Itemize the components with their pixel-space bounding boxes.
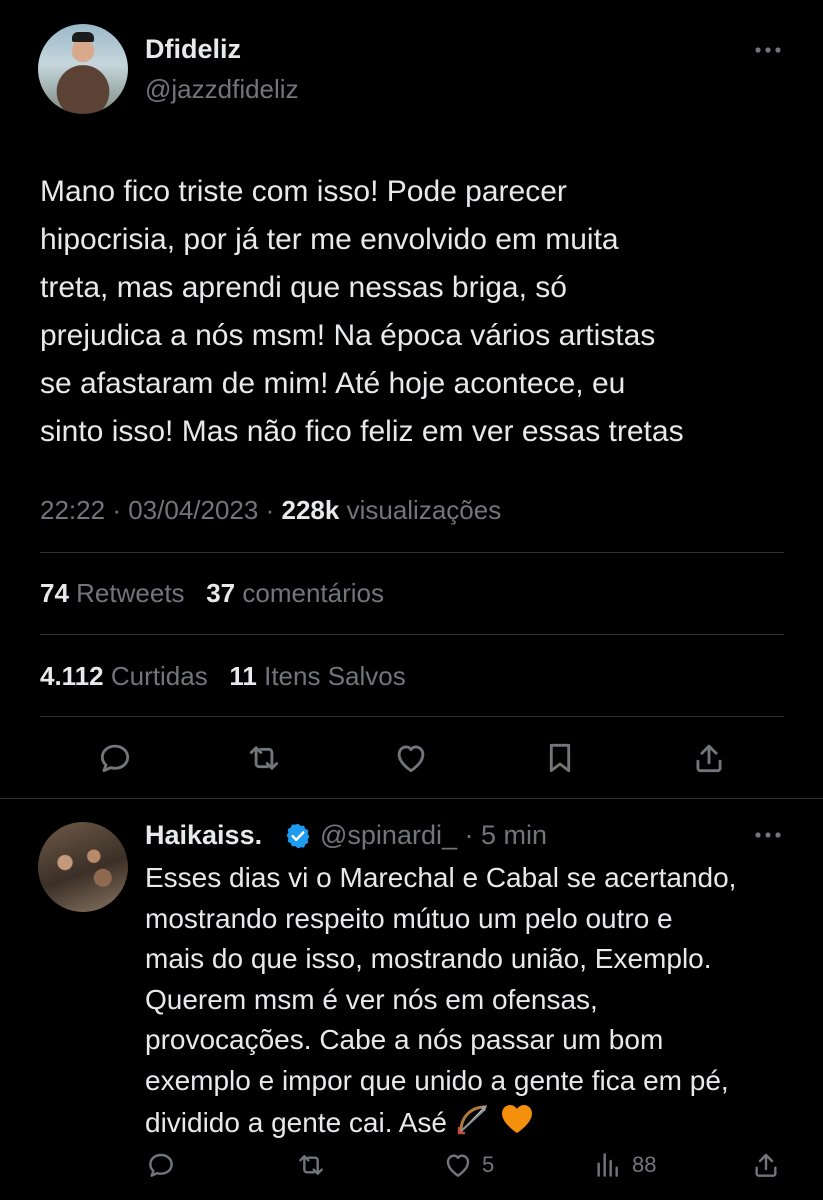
share-icon bbox=[696, 744, 722, 773]
retweets-count: 74 bbox=[40, 578, 69, 608]
more-options-icon[interactable] bbox=[752, 827, 784, 843]
divider bbox=[40, 634, 784, 635]
likes-count: 4.112 bbox=[40, 661, 104, 691]
orange-heart-icon bbox=[499, 1101, 535, 1149]
saves-stat[interactable]: 11 Itens Salvos bbox=[229, 661, 405, 691]
saves-label: Itens Salvos bbox=[264, 661, 406, 691]
section-divider bbox=[0, 798, 823, 799]
share-icon bbox=[755, 1153, 777, 1177]
retweet-icon bbox=[299, 1155, 323, 1175]
reply-icon bbox=[149, 1153, 173, 1177]
views-label: visualizações bbox=[346, 495, 502, 525]
reply-author-meta: @spinardi_ · 5 min bbox=[320, 820, 547, 851]
comments-stat[interactable]: 37 comentários bbox=[206, 578, 384, 608]
retweets-label: Retweets bbox=[76, 578, 185, 608]
tweet-time[interactable]: 22:22 bbox=[40, 495, 105, 525]
bookmark-button[interactable] bbox=[538, 736, 582, 780]
like-icon bbox=[397, 745, 425, 773]
views-icon bbox=[597, 1153, 618, 1177]
reply-share-button[interactable] bbox=[750, 1145, 790, 1185]
comments-label: comentários bbox=[242, 578, 384, 608]
retweets-stat[interactable]: 74 Retweets bbox=[40, 578, 185, 608]
verified-badge-icon bbox=[284, 822, 312, 850]
reply-button[interactable] bbox=[93, 736, 137, 780]
reply-icon bbox=[100, 744, 130, 773]
tweet-date[interactable]: 03/04/2023 bbox=[128, 495, 258, 525]
reply-retweet-button[interactable] bbox=[295, 1145, 335, 1185]
reply-time[interactable]: · 5 min bbox=[465, 820, 548, 850]
author-handle[interactable]: @jazzdfideliz bbox=[145, 74, 299, 105]
views-count: 228k bbox=[281, 495, 340, 525]
reply-author-display-name[interactable]: Haikaiss. bbox=[145, 820, 262, 851]
like-icon bbox=[446, 1154, 470, 1177]
comments-count: 37 bbox=[206, 578, 236, 608]
reply-like-count: 5 bbox=[482, 1152, 495, 1177]
stats-row-likes-saves: 4.112 Curtidas 11 Itens Salvos bbox=[40, 661, 406, 692]
author-display-name[interactable]: Dfideliz bbox=[145, 34, 241, 65]
author-avatar[interactable] bbox=[38, 24, 128, 114]
likes-label: Curtidas bbox=[110, 661, 208, 691]
more-options-icon[interactable] bbox=[752, 42, 784, 58]
reply-like-button[interactable]: 5 bbox=[442, 1145, 494, 1185]
reply-reply-button[interactable] bbox=[145, 1145, 185, 1185]
meta-separator: · bbox=[265, 495, 275, 525]
reply-views-button[interactable]: 88 bbox=[592, 1145, 656, 1185]
tweet-meta: 22:22 · 03/04/2023 · 228k visualizações bbox=[40, 495, 501, 526]
share-button[interactable] bbox=[687, 736, 731, 780]
saves-count: 11 bbox=[229, 661, 257, 691]
bookmark-icon bbox=[549, 743, 571, 773]
retweet-icon bbox=[249, 746, 279, 770]
meta-separator: · bbox=[112, 495, 121, 525]
stats-row-retweets-comments: 74 Retweets 37 comentários bbox=[40, 578, 384, 609]
tweet-text: Mano fico triste com isso! Pode parecer … bbox=[40, 175, 684, 448]
reply-text: Esses dias vi o Marechal e Cabal se acer… bbox=[145, 862, 737, 1139]
divider bbox=[40, 716, 784, 717]
reply-text-container: Esses dias vi o Marechal e Cabal se acer… bbox=[145, 858, 805, 1149]
reply-author-avatar[interactable] bbox=[38, 822, 128, 912]
likes-stat[interactable]: 4.112 Curtidas bbox=[40, 661, 208, 691]
bow-and-arrow-icon bbox=[455, 1101, 491, 1149]
reply-view-count: 88 bbox=[632, 1152, 657, 1177]
retweet-button[interactable] bbox=[242, 736, 286, 780]
reply-author-handle[interactable]: @spinardi_ bbox=[320, 820, 457, 850]
like-button[interactable] bbox=[389, 736, 433, 780]
divider bbox=[40, 552, 784, 553]
